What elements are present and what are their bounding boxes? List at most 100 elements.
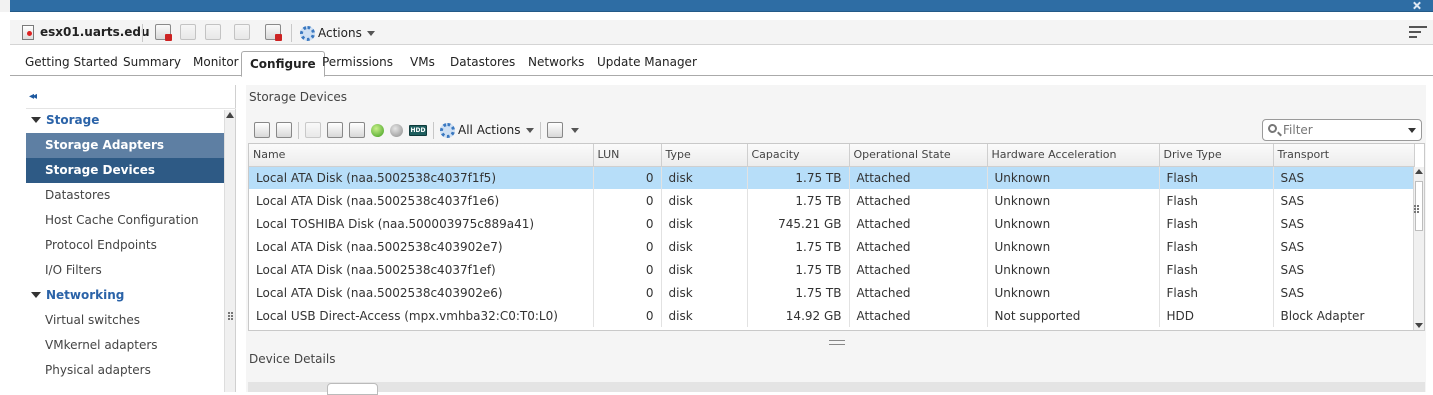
device-details-title: Device Details [249,352,336,366]
column-header-operational-state[interactable]: Operational State [849,144,988,167]
sidebar-item-storage-devices[interactable]: Storage Devices [26,158,224,183]
all-actions-menu[interactable]: All Actions [440,122,534,138]
sidebar-item-storage-adapters[interactable]: Storage Adapters [26,133,224,158]
horizontal-splitter-handle[interactable] [829,340,845,345]
column-header-transport[interactable]: Transport [1273,144,1415,167]
maintenance-mode-icon[interactable] [265,24,282,41]
tab-datastores[interactable]: Datastores [450,54,515,76]
object-toolbar: esx01.uarts.edu Actions [10,20,1433,45]
cell-type: disk [661,189,748,212]
attach-icon[interactable] [327,122,343,138]
cell-drive-type: Flash [1159,166,1274,189]
sidebar-item-datastores[interactable]: Datastores [26,183,224,208]
cell-drive-type: Flash [1159,212,1274,235]
menu-icon[interactable] [1409,26,1427,38]
sidebar-item-physical-adapters[interactable]: Physical adapters [26,358,224,383]
table-scrollbar[interactable] [1413,167,1424,330]
column-header-name[interactable]: Name [249,144,594,167]
cell-name: Local ATA Disk (naa.5002538c403902e6) [249,281,594,304]
table-row[interactable]: Local ATA Disk (naa.5002538c4037f1ef) 0 … [249,258,1415,281]
turn-off-led-icon[interactable] [390,123,403,137]
cell-operational-state: Attached [849,281,988,304]
nav-section-storage[interactable]: Storage [31,113,99,127]
cell-hardware-acceleration: Unknown [987,235,1160,258]
cell-operational-state: Attached [849,258,988,281]
cell-name: Local USB Direct-Access (mpx.vmhba32:C0:… [249,304,594,327]
cell-type: disk [661,166,748,189]
device-details-tabbar [248,382,1425,395]
cell-hardware-acceleration: Unknown [987,212,1160,235]
tab-getting-started[interactable]: Getting Started [25,54,118,76]
cell-lun: 0 [593,281,662,304]
sidebar-item-io-filters[interactable]: I/O Filters [26,258,224,283]
cell-capacity: 1.75 TB [747,258,850,281]
device-details-tab[interactable] [327,383,378,395]
rescan-storage-icon[interactable] [276,122,292,138]
sidebar-item-virtual-switches[interactable]: Virtual switches [26,308,224,333]
detach-icon[interactable] [305,122,321,138]
column-header-capacity[interactable]: Capacity [747,144,850,167]
collapse-pane-icon[interactable]: ◂◂ [29,91,37,102]
sidebar-item-protocol-endpoints[interactable]: Protocol Endpoints [26,233,224,258]
table-row[interactable]: Local ATA Disk (naa.5002538c403902e6) 0 … [249,281,1415,304]
actions-menu[interactable]: Actions [300,24,375,42]
filter-field[interactable] [1262,119,1422,141]
toolbar-divider [539,121,541,139]
column-header-type[interactable]: Type [661,144,748,167]
new-vm-icon[interactable] [180,24,196,40]
hdd-icon[interactable]: HDD [409,124,427,136]
cell-lun: 0 [593,189,662,212]
sidebar-item-host-cache-configuration[interactable]: Host Cache Configuration [26,208,224,233]
deploy-ovf-icon[interactable] [205,24,221,40]
table-row[interactable]: Local TOSHIBA Disk (naa.500003975c889a41… [249,212,1415,235]
cell-drive-type: Flash [1159,189,1274,212]
new-resource-pool-icon[interactable] [234,24,250,40]
nav-scrollbar[interactable] [224,110,235,392]
refresh-icon[interactable] [254,122,270,138]
all-actions-label: All Actions [458,123,521,137]
cell-lun: 0 [593,212,662,235]
tab-monitor[interactable]: Monitor [193,54,239,76]
scroll-up-icon[interactable] [1415,169,1423,174]
tab-vms[interactable]: VMs [410,54,435,76]
table-row[interactable]: Local USB Direct-Access (mpx.vmhba32:C0:… [249,304,1415,327]
tab-networks[interactable]: Networks [528,54,584,76]
nav-section-networking[interactable]: Networking [31,288,124,302]
tab-permissions[interactable]: Permissions [322,54,393,76]
chevron-down-icon[interactable] [570,127,579,133]
table-row[interactable]: Local ATA Disk (naa.5002538c4037f1e6) 0 … [249,189,1415,212]
cell-lun: 0 [593,235,662,258]
turn-on-led-icon[interactable] [371,123,384,137]
sidebar-item-vmkernel-adapters[interactable]: VMkernel adapters [26,333,224,358]
column-header-hardware-acceleration[interactable]: Hardware Acceleration [987,144,1160,167]
tab-summary[interactable]: Summary [123,54,181,76]
scroll-up-icon[interactable] [226,112,234,118]
add-host-icon[interactable] [155,24,172,41]
resize-handle[interactable] [1414,205,1420,213]
table-row[interactable]: Local ATA Disk (naa.5002538c4037f1f5) 0 … [249,166,1415,189]
cell-drive-type: Flash [1159,258,1274,281]
pane-splitter-handle[interactable] [228,312,234,320]
tab-update-manager[interactable]: Update Manager [597,54,697,76]
cell-drive-type: Flash [1159,235,1274,258]
close-icon[interactable] [1413,1,1421,9]
rename-icon[interactable] [349,122,365,138]
table-row[interactable]: Local ATA Disk (naa.5002538c403902e7) 0 … [249,235,1415,258]
filter-input[interactable] [1283,122,1401,138]
host-warning-icon [22,25,34,40]
scroll-down-icon[interactable] [1415,323,1423,328]
column-header-drive-type[interactable]: Drive Type [1159,144,1274,167]
chevron-down-icon[interactable] [1408,128,1416,133]
tab-configure[interactable]: Configure [241,51,325,77]
column-header-lun[interactable]: LUN [593,144,662,167]
cell-operational-state: Attached [849,304,988,327]
cell-drive-type: Flash [1159,281,1274,304]
cell-transport: SAS [1273,281,1415,304]
cell-transport: SAS [1273,212,1415,235]
export-icon[interactable] [546,122,563,138]
cell-type: disk [661,235,748,258]
nav-section-label: Networking [46,288,125,302]
toolbar-divider [291,24,292,42]
cell-transport: Block Adapter [1273,304,1415,327]
expand-triangle-icon [31,292,41,298]
